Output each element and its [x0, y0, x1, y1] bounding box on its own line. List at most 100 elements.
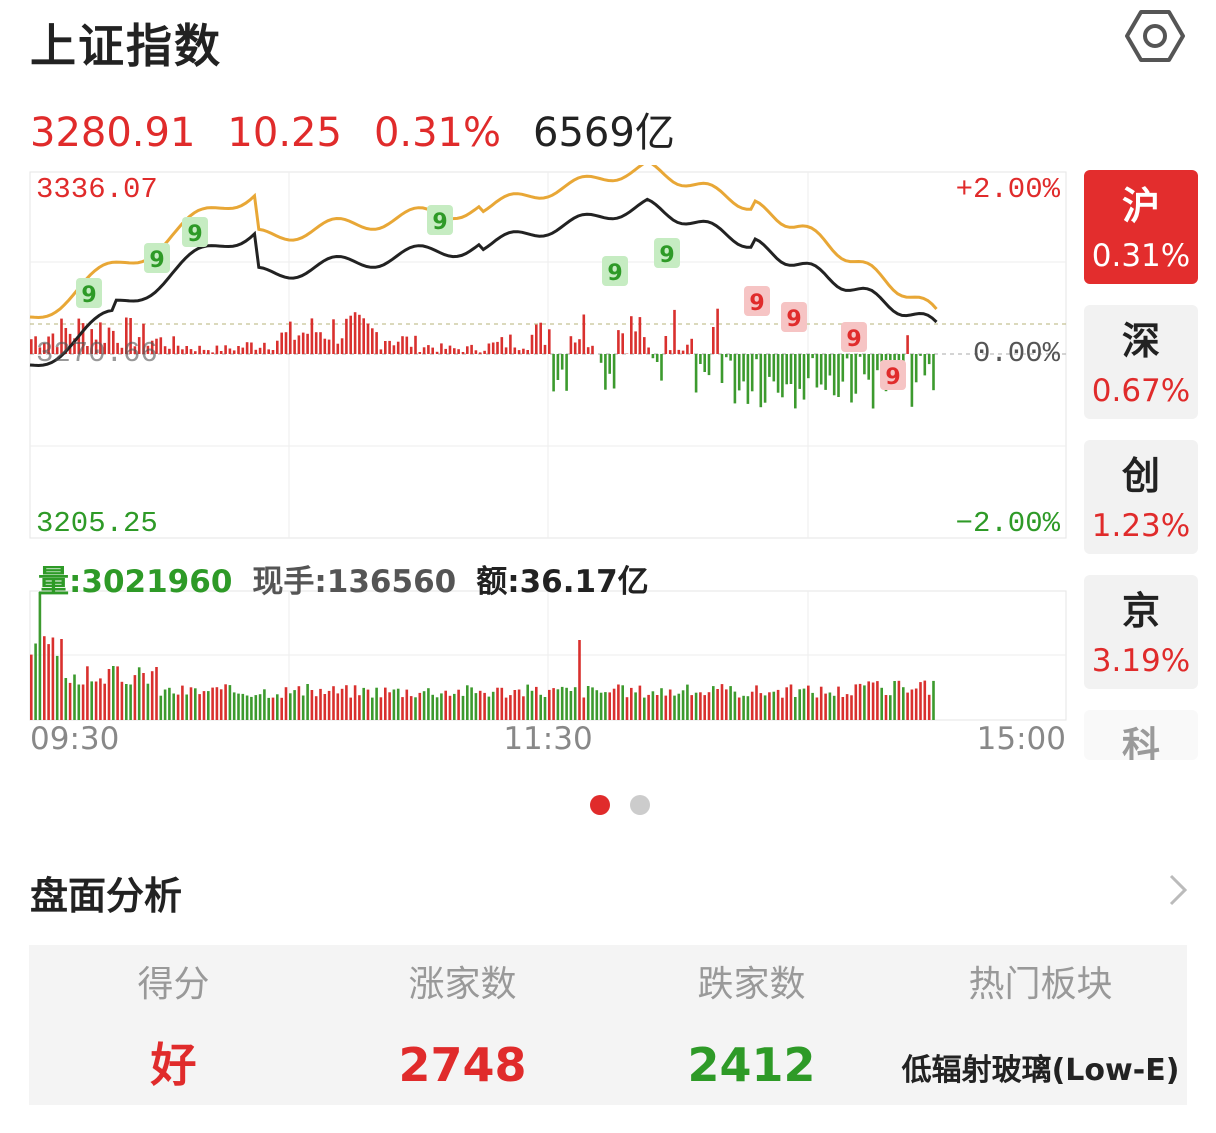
volume-bar: [504, 697, 508, 720]
fund-flow-bar: [470, 344, 473, 354]
volume-bar: [159, 695, 163, 720]
volume-bar: [789, 684, 793, 720]
volume-bar: [38, 592, 42, 720]
fund-flow-bar: [750, 354, 754, 392]
fund-flow-bar: [241, 347, 245, 354]
fund-flow-bar: [366, 323, 370, 354]
tab-pct: 0.67%: [1091, 373, 1191, 409]
fund-flow-bar: [461, 352, 465, 354]
analysis-col-score[interactable]: 得分 好: [29, 945, 318, 1091]
tab-chinext[interactable]: 创 1.23%: [1084, 440, 1198, 554]
volume-bar: [621, 685, 624, 720]
volume-bar: [630, 687, 633, 720]
fund-flow-bar: [513, 347, 517, 354]
volume-bar: [444, 690, 447, 720]
volume-bar: [608, 692, 611, 720]
tab-beijing[interactable]: 京 3.19%: [1084, 575, 1198, 689]
chevron-right-icon[interactable]: [1166, 870, 1190, 910]
fund-flow-bar: [271, 350, 275, 354]
fund-flow-bar: [712, 327, 715, 354]
fund-flow-bar: [876, 354, 879, 371]
td-nine-buy-marker: 9: [144, 243, 170, 273]
fund-flow-bar: [634, 331, 637, 354]
page-dot[interactable]: [630, 795, 650, 815]
fund-flow-bar: [703, 354, 706, 372]
fund-flow-bar: [289, 321, 292, 354]
fund-flow-bar: [591, 345, 594, 354]
pct-high-label: +2.00%: [956, 173, 1061, 206]
tab-shanghai[interactable]: 沪 0.31%: [1084, 170, 1198, 284]
fund-flow-bar: [349, 315, 352, 354]
volume-total: 量:3021960: [38, 564, 233, 600]
fund-flow-bar: [237, 346, 240, 354]
page-dot-active[interactable]: [590, 795, 610, 815]
volume-bar: [409, 696, 413, 720]
volume-bar: [737, 697, 741, 720]
tab-shenzhen[interactable]: 深 0.67%: [1084, 305, 1198, 419]
volume-bar: [483, 692, 486, 720]
analysis-col-up[interactable]: 涨家数 2748: [318, 945, 607, 1091]
volume-bar: [569, 691, 573, 720]
fund-flow-bar: [379, 349, 383, 354]
tab-star[interactable]: 科: [1084, 710, 1198, 760]
fund-flow-bar: [414, 335, 417, 354]
fund-flow-bar: [409, 346, 413, 354]
fund-flow-bar: [660, 354, 663, 381]
volume-bar: [530, 690, 534, 720]
fund-flow-bar: [258, 347, 262, 354]
marker-label: 9: [885, 365, 900, 390]
volume-bar: [785, 687, 788, 720]
index-change-pct: 0.31%: [373, 110, 502, 156]
volume-bar: [845, 694, 849, 720]
volume-bar: [768, 692, 771, 720]
volume-bar: [880, 687, 883, 720]
fund-flow-bar: [807, 354, 810, 379]
quote-bar: 3280.91 10.25 0.31% 6569亿: [30, 100, 707, 158]
volume-bar: [634, 692, 637, 720]
volume-bar: [30, 654, 33, 720]
fund-flow-bar: [323, 338, 327, 354]
volume-bar: [224, 684, 227, 720]
volume-bar: [513, 690, 517, 720]
col-header: 热门板块: [968, 964, 1113, 1005]
volume-bar: [414, 697, 417, 720]
volume-bar: [81, 684, 85, 720]
volume-bar: [276, 694, 279, 720]
fund-flow-bar: [841, 354, 845, 382]
fund-flow-bar: [858, 354, 862, 357]
analysis-col-down[interactable]: 跌家数 2412: [607, 945, 896, 1091]
volume-bar: [742, 695, 745, 720]
volume-bar: [453, 693, 456, 720]
volume-bar: [647, 694, 650, 720]
volume-bar: [543, 697, 547, 720]
analysis-title[interactable]: 盘面分析: [30, 865, 182, 920]
volume-bar: [137, 667, 141, 720]
volume-bar: [457, 689, 460, 720]
fund-flow-bar: [228, 348, 232, 354]
fund-flow-bar: [690, 338, 693, 354]
volume-bar: [301, 695, 305, 720]
fund-flow-bar: [517, 350, 521, 354]
fund-flow-bar: [181, 349, 184, 354]
volume-bar: [431, 694, 434, 720]
volume-bar: [668, 689, 672, 720]
volume-bar: [336, 693, 340, 720]
volume-bar: [535, 686, 538, 720]
fund-flow-bar: [543, 344, 547, 354]
intraday-chart[interactable]: 9999999999 3336.07 3270.66 3205.25 +2.00…: [0, 159, 1080, 769]
fund-flow-bar: [668, 350, 672, 354]
fund-flow-bar: [522, 348, 525, 354]
hexagon-gear-icon[interactable]: [1124, 6, 1186, 66]
fund-flow-bar: [677, 349, 681, 354]
volume-bar: [129, 684, 132, 720]
volume-bar: [604, 692, 607, 720]
fund-flow-bar: [392, 345, 396, 354]
volume-bar: [293, 690, 296, 720]
fund-flow-bar: [599, 354, 603, 363]
volume-bar: [850, 695, 853, 720]
volume-bar: [112, 666, 115, 720]
fund-flow-bar: [560, 354, 564, 370]
volume-bar: [599, 692, 603, 720]
fund-flow-bar: [431, 347, 434, 354]
analysis-col-hot[interactable]: 热门板块 低辐射玻璃(Low-E): [896, 945, 1185, 1097]
